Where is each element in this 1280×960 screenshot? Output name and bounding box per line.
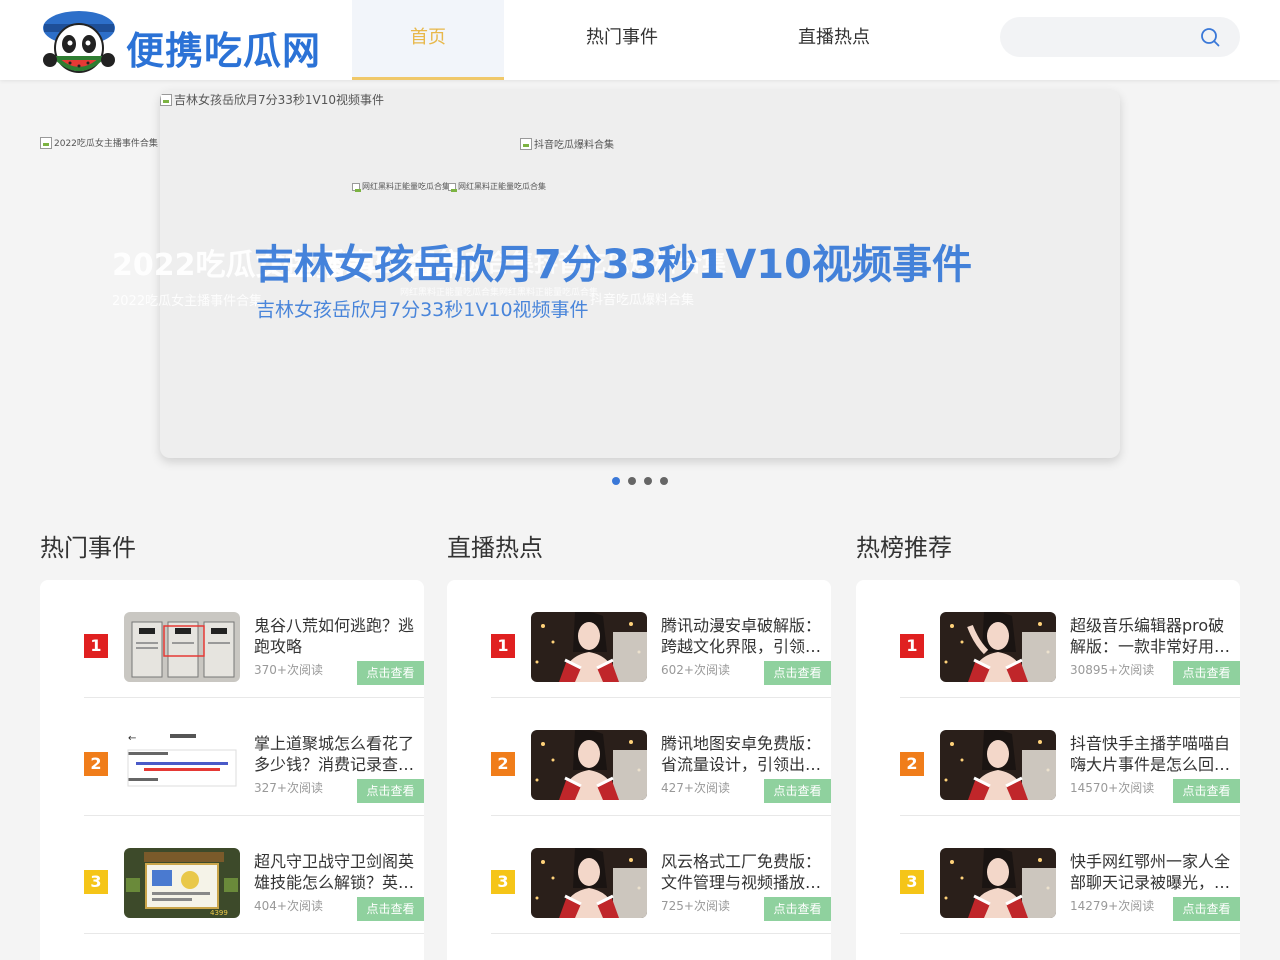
rank-badge: 2 [84, 752, 108, 776]
carousel-dot-1[interactable] [612, 477, 620, 485]
item-thumbnail[interactable] [124, 612, 240, 682]
item-read-count: 427+次阅读 [661, 781, 730, 795]
rank-badge: 2 [900, 752, 924, 776]
view-button[interactable]: 点击查看 [1173, 897, 1240, 921]
panda-mascot-icon [43, 11, 115, 73]
list-item[interactable]: 3 风云格式工厂免费版：文件管理与视频播放一体化 725+次阅读 点击查看 [491, 816, 831, 934]
broken-image-icon [40, 136, 52, 149]
section-title-live-hotspots: 直播热点 [447, 534, 543, 562]
rank-badge: 1 [84, 634, 108, 658]
panel-hot-list: 1超级音乐编辑器pro破解版：一款非常好用的音乐编辑软件30895+次阅读点击查… [856, 580, 1240, 960]
panel-live-hotspots: 1腾讯动漫安卓破解版：跨越文化界限，引领动漫潮流602+次阅读点击查看2腾讯地图… [447, 580, 831, 960]
slide-right-alt: 抖音吃瓜爆料合集 [534, 140, 614, 151]
rank-badge: 3 [900, 870, 924, 894]
item-title[interactable]: 快手网红鄂州一家人全部聊天记录被曝光，事件始末 [1070, 851, 1240, 893]
list-item[interactable]: 3 4399 超凡守卫战守卫剑阁英雄技能怎么解锁？英雄解锁方法 404+次阅读 点击查看 [84, 816, 424, 934]
item-title[interactable]: 风云格式工厂免费版：文件管理与视频播放一体化 [661, 851, 831, 893]
item-thumbnail[interactable]: 4399 [124, 848, 240, 918]
item-title[interactable]: 超凡守卫战守卫剑阁英雄技能怎么解锁？英雄解锁方法 [254, 851, 424, 893]
slide-center-image-2: 网红黑料正能量吃瓜合集 [448, 181, 546, 192]
list-item[interactable]: 2 ← 掌上道聚城怎么看花了多少钱？消费记录查看方法 327+次阅读 点击查看 [84, 698, 424, 816]
slide-main-image: 吉林女孩岳欣月7分33秒1V10视频事件 [160, 91, 384, 108]
nav-hot-events[interactable]: 热门事件 [546, 0, 698, 80]
view-button[interactable]: 点击查看 [764, 897, 831, 921]
item-read-count: 725+次阅读 [661, 899, 730, 913]
item-title[interactable]: 腾讯动漫安卓破解版：跨越文化界限，引领动漫潮流 [661, 615, 831, 657]
list-item[interactable]: 2 腾讯地图安卓免费版：省流量设计，引领出行新体验 427+次阅读 点击查看 [491, 698, 831, 816]
item-title[interactable]: 掌上道聚城怎么看花了多少钱？消费记录查看方法 [254, 733, 424, 775]
broken-image-icon [448, 182, 457, 192]
item-thumbnail[interactable] [940, 848, 1056, 918]
view-button[interactable]: 点击查看 [357, 897, 424, 921]
list-item[interactable]: 1 腾讯动漫安卓破解版：跨越文化界限，引领动漫潮流 602+次阅读 点击查看 [491, 580, 831, 698]
item-thumbnail[interactable] [531, 848, 647, 918]
panel-hot-events: 1 鬼谷八荒如何逃跑？逃跑攻略 370+次阅读 点击查看 2 ← 掌上道聚城怎么看花了多少钱… [40, 580, 424, 960]
item-read-count: 14279+次阅读 [1070, 899, 1155, 913]
item-read-count: 602+次阅读 [661, 663, 730, 677]
slide-center-image-1: 网红黑料正能量吃瓜合集 [352, 181, 450, 192]
svg-text:←: ← [128, 733, 136, 744]
rank-badge: 3 [84, 870, 108, 894]
broken-image-icon [520, 137, 532, 150]
item-read-count: 30895+次阅读 [1070, 663, 1155, 677]
view-button[interactable]: 点击查看 [1173, 661, 1240, 685]
rank-badge: 1 [491, 634, 515, 658]
carousel-dot-4[interactable] [660, 477, 668, 485]
svg-text:4399: 4399 [210, 909, 228, 917]
view-button[interactable]: 点击查看 [1173, 779, 1240, 803]
search-icon[interactable] [1200, 27, 1220, 47]
item-read-count: 404+次阅读 [254, 899, 323, 913]
carousel-dots [612, 477, 668, 485]
view-button[interactable]: 点击查看 [357, 779, 424, 803]
item-thumbnail[interactable]: ← [124, 730, 240, 800]
broken-image-icon [160, 93, 172, 106]
logo-text: 便携吃瓜网 [126, 29, 322, 73]
item-thumbnail[interactable] [531, 612, 647, 682]
slide-center-alt-2: 网红黑料正能量吃瓜合集 [458, 182, 546, 191]
list-item[interactable]: 3 快手网红鄂州一家人全部聊天记录被曝光，事件始末 14279+次阅读 点击查看 [900, 816, 1240, 934]
item-title[interactable]: 抖音快手主播芋喵喵自嗨大片事件是怎么回事？ [1070, 733, 1240, 775]
section-title-hot-events: 热门事件 [40, 534, 136, 562]
slide-left-image: 2022吃瓜女主播事件合集 [40, 136, 158, 149]
item-title[interactable]: 鬼谷八荒如何逃跑？逃跑攻略 [254, 615, 424, 657]
list-item[interactable]: 1 鬼谷八荒如何逃跑？逃跑攻略 370+次阅读 点击查看 [84, 580, 424, 698]
slide-left-alt: 2022吃瓜女主播事件合集 [54, 139, 158, 149]
nav-home[interactable]: 首页 [352, 0, 504, 80]
search-box [1000, 17, 1240, 57]
section-title-hot-list: 热榜推荐 [856, 534, 952, 562]
item-read-count: 14570+次阅读 [1070, 781, 1155, 795]
slide-center-alt-1: 网红黑料正能量吃瓜合集 [362, 182, 450, 191]
carousel-dot-2[interactable] [628, 477, 636, 485]
list-item[interactable]: 2 抖音快手主播芋喵喵自嗨大片事件是怎么回事？ 14570+次阅读 点击查看 [900, 698, 1240, 816]
item-thumbnail[interactable] [940, 612, 1056, 682]
banner-carousel: 2022吃瓜女主播事件合集 吉林女孩岳欣月7分33秒1V10视频事件 网红黑料正… [40, 90, 1240, 460]
search-input[interactable] [1016, 17, 1186, 57]
item-title[interactable]: 腾讯地图安卓免费版：省流量设计，引领出行新体验 [661, 733, 831, 775]
slide-right-subtitle: 抖音吃瓜爆料合集 [590, 293, 695, 308]
broken-image-icon [352, 182, 361, 192]
slide-main-title: 吉林女孩岳欣月7分33秒1V10视频事件 [254, 242, 972, 288]
rank-badge: 1 [900, 634, 924, 658]
slide-main-subtitle: 吉林女孩岳欣月7分33秒1V10视频事件 [256, 299, 589, 321]
view-button[interactable]: 点击查看 [764, 779, 831, 803]
item-thumbnail[interactable] [940, 730, 1056, 800]
slide-right-image: 抖音吃瓜爆料合集 [520, 136, 614, 151]
view-button[interactable]: 点击查看 [764, 661, 831, 685]
nav-live-hotspots[interactable]: 直播热点 [758, 0, 910, 80]
item-read-count: 327+次阅读 [254, 781, 323, 795]
item-title[interactable]: 超级音乐编辑器pro破解版：一款非常好用的音乐编辑软件 [1070, 615, 1240, 657]
rank-badge: 3 [491, 870, 515, 894]
item-thumbnail[interactable] [531, 730, 647, 800]
slide-left-subtitle: 2022吃瓜女主播事件合集 [112, 294, 263, 309]
view-button[interactable]: 点击查看 [357, 661, 424, 685]
slide-main-alt: 吉林女孩岳欣月7分33秒1V10视频事件 [174, 93, 385, 107]
rank-badge: 2 [491, 752, 515, 776]
site-header: 便携吃瓜网 首页 热门事件 直播热点 [0, 0, 1280, 80]
carousel-dot-3[interactable] [644, 477, 652, 485]
list-item[interactable]: 1 超级音乐编辑器pro破解版：一款非常好用的音乐编辑软件 30895+次阅读 点击查… [900, 580, 1240, 698]
item-read-count: 370+次阅读 [254, 663, 323, 677]
site-logo[interactable]: 便携吃瓜网 [40, 8, 330, 74]
